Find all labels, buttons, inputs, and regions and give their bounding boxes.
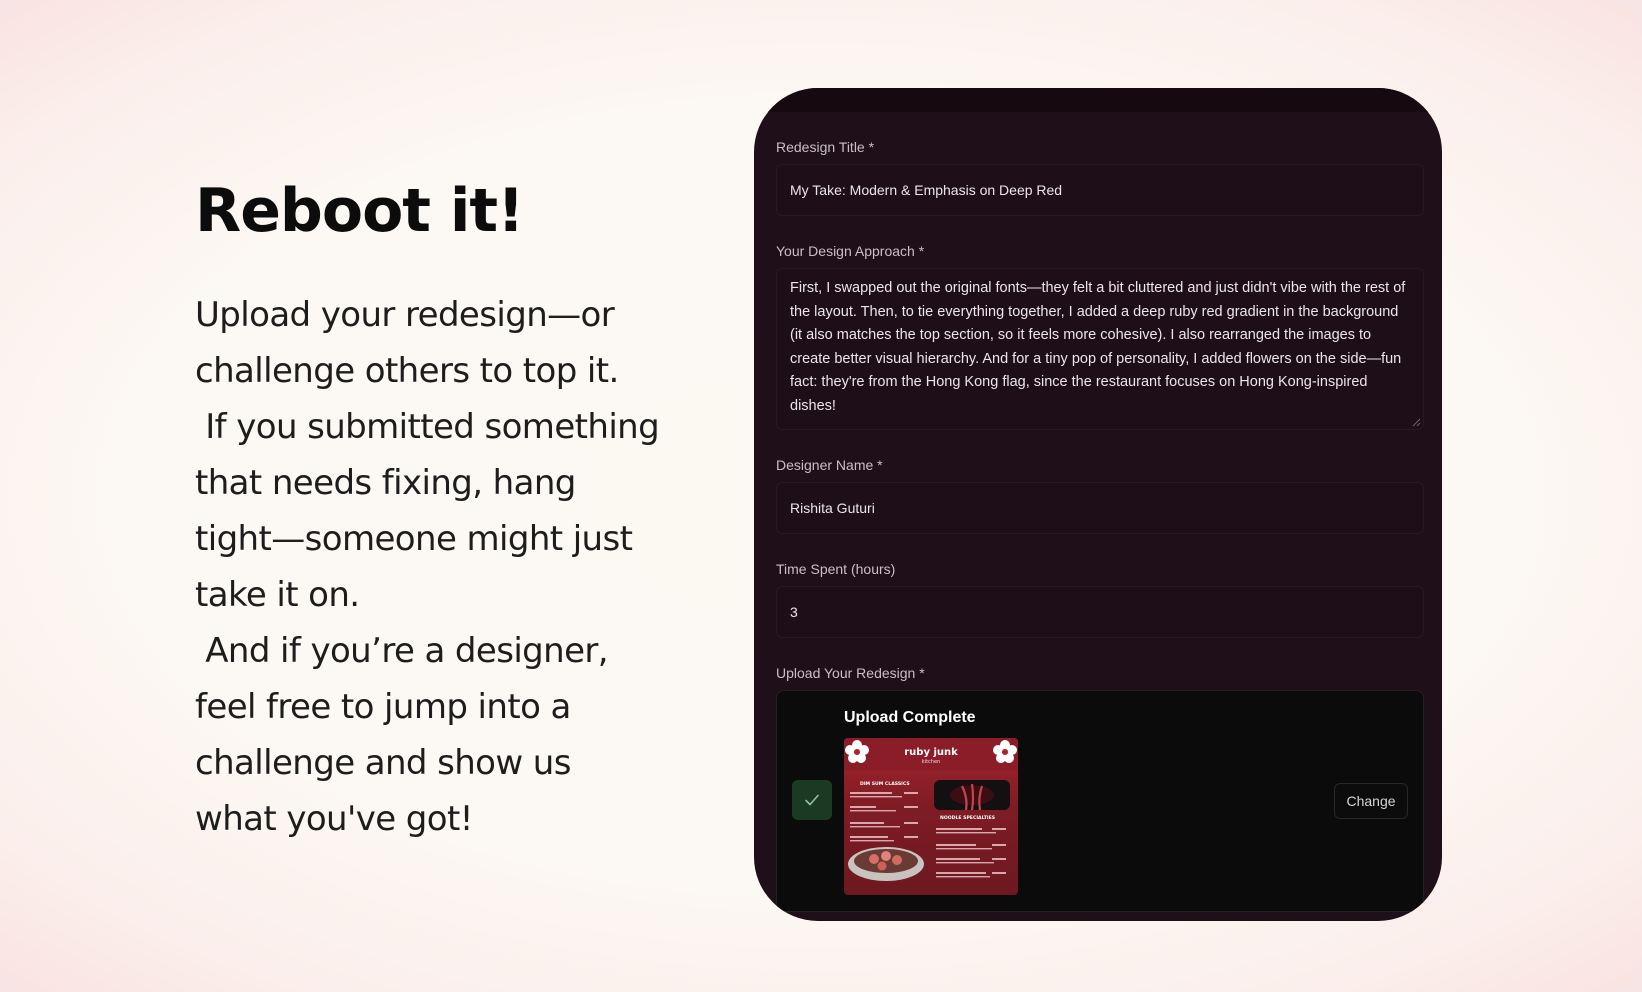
menu-section-left: DIM SUM CLASSICS — [860, 781, 910, 787]
resize-handle-icon[interactable] — [1411, 417, 1421, 427]
upload-success-badge — [792, 780, 832, 820]
time-spent-label: Time Spent (hours) — [776, 561, 896, 577]
upload-redesign-label: Upload Your Redesign * — [776, 665, 925, 681]
hero-blurb: Upload your redesign—or challenge others… — [195, 295, 660, 839]
change-upload-button[interactable]: Change — [1334, 783, 1408, 819]
designer-name-label: Designer Name * — [776, 457, 883, 473]
redesign-title-label: Redesign Title * — [776, 139, 875, 155]
check-icon — [805, 794, 819, 806]
app-top-bar — [754, 88, 1442, 112]
redesign-title-input[interactable]: My Take: Modern & Emphasis on Deep Red — [776, 164, 1424, 216]
upload-status: Upload Complete — [844, 709, 976, 726]
designer-name-input[interactable]: Rishita Guturi — [776, 482, 1424, 534]
hero-headline: Reboot it! — [195, 176, 524, 246]
promo-page: Reboot it! Upload your redesign—or chall… — [0, 0, 1642, 992]
menu-preview-image: ruby junk kitchen DIM SUM CLASSICS NOODL… — [844, 738, 1018, 881]
redesign-thumbnail[interactable]: ruby junk kitchen DIM SUM CLASSICS NOODL… — [844, 738, 1018, 895]
upload-dropzone[interactable]: Upload Complete ruby junk kitchen DIM SU… — [776, 690, 1424, 912]
design-approach-text: First, I swapped out the original fonts—… — [790, 280, 1406, 414]
menu-section-right: NOODLE SPECIALTIES — [940, 815, 995, 821]
design-approach-label: Your Design Approach * — [776, 243, 925, 259]
menu-brand-sub: kitchen — [922, 759, 940, 765]
design-approach-textarea[interactable]: First, I swapped out the original fonts—… — [776, 268, 1424, 430]
menu-brand: ruby junk — [904, 747, 958, 758]
time-spent-input[interactable]: 3 — [776, 586, 1424, 638]
app-screenshot-frame: Redesign Title * My Take: Modern & Empha… — [754, 88, 1442, 921]
hero-section: Reboot it! Upload your redesign—or chall… — [195, 175, 695, 847]
redesign-form: Redesign Title * My Take: Modern & Empha… — [776, 138, 1424, 912]
